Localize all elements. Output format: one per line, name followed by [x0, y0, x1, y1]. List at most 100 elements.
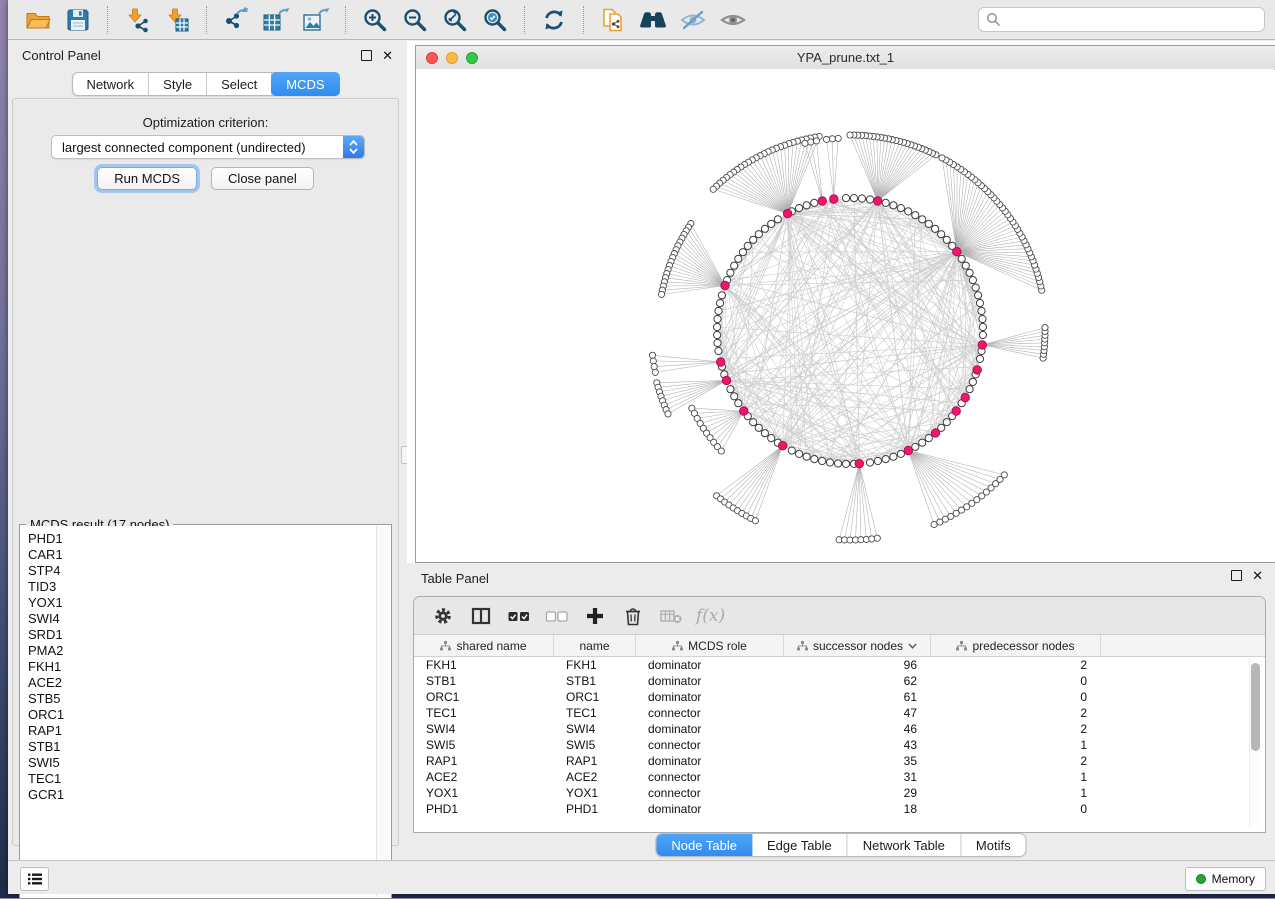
table-row[interactable]: TEC1TEC1connector472	[414, 705, 1265, 721]
zoom-fit-button[interactable]	[435, 3, 475, 37]
memory-button[interactable]: Memory	[1185, 867, 1266, 891]
list-item[interactable]: RAP1	[21, 723, 377, 739]
deselect-all-button[interactable]	[540, 601, 574, 631]
open-button[interactable]	[18, 3, 58, 37]
column-header-predecessor-nodes[interactable]: predecessor nodes	[931, 635, 1101, 656]
table-settings-button[interactable]	[426, 601, 460, 631]
show-columns-button[interactable]	[464, 601, 498, 631]
table-cell[interactable]: 1	[931, 737, 1101, 753]
table-cell[interactable]: 2	[931, 657, 1101, 673]
table-cell[interactable]: SWI5	[554, 737, 636, 753]
export-table-button[interactable]	[256, 3, 296, 37]
table-cell[interactable]: 46	[784, 721, 931, 737]
table-cell[interactable]: PHD1	[554, 801, 636, 817]
list-item[interactable]: STP4	[21, 563, 377, 579]
list-item[interactable]: ORC1	[21, 707, 377, 723]
table-cell[interactable]: ORC1	[554, 689, 636, 705]
select-all-button[interactable]	[502, 601, 536, 631]
table-row[interactable]: RAP1RAP1dominator352	[414, 753, 1265, 769]
zoom-out-button[interactable]	[395, 3, 435, 37]
table-cell[interactable]: 2	[931, 753, 1101, 769]
table-cell[interactable]: 29	[784, 785, 931, 801]
function-builder-button[interactable]: f(x)	[696, 606, 725, 626]
import-table-button[interactable]	[157, 3, 197, 37]
list-item[interactable]: SRD1	[21, 627, 377, 643]
table-cell[interactable]: STB1	[414, 673, 554, 689]
column-header-MCDS-role[interactable]: MCDS role	[636, 635, 784, 656]
apply-layout-button[interactable]	[534, 3, 574, 37]
table-cell[interactable]: FKH1	[554, 657, 636, 673]
list-item[interactable]: TID3	[21, 579, 377, 595]
table-cell[interactable]: 2	[931, 705, 1101, 721]
table-cell[interactable]: 0	[931, 689, 1101, 705]
zoom-in-button[interactable]	[355, 3, 395, 37]
table-cell[interactable]: dominator	[636, 673, 784, 689]
table-row[interactable]: PHD1PHD1dominator180	[414, 801, 1265, 817]
close-panel-button[interactable]: Close panel	[211, 167, 314, 190]
search-input[interactable]	[1006, 12, 1257, 28]
hide-selected-button[interactable]	[673, 3, 713, 37]
run-mcds-button[interactable]: Run MCDS	[97, 167, 197, 190]
table-row[interactable]: SWI5SWI5connector431	[414, 737, 1265, 753]
table-cell[interactable]: 47	[784, 705, 931, 721]
export-image-button[interactable]	[296, 3, 336, 37]
list-item[interactable]: STB1	[21, 739, 377, 755]
tab-select[interactable]: Select	[207, 73, 272, 95]
table-row[interactable]: STB1STB1dominator620	[414, 673, 1265, 689]
delete-column-button[interactable]	[616, 601, 650, 631]
table-cell[interactable]: PHD1	[414, 801, 554, 817]
table-cell[interactable]: connector	[636, 769, 784, 785]
network-window-titlebar[interactable]: YPA_prune.txt_1	[416, 46, 1275, 70]
tab-style[interactable]: Style	[149, 73, 207, 95]
mcds-list-scrollbar[interactable]	[376, 526, 390, 897]
table-cell[interactable]: 1	[931, 769, 1101, 785]
table-cell[interactable]: SWI4	[554, 721, 636, 737]
import-network-button[interactable]	[117, 3, 157, 37]
add-column-button[interactable]	[578, 601, 612, 631]
save-button[interactable]	[58, 3, 98, 37]
table-row[interactable]: FKH1FKH1dominator962	[414, 657, 1265, 673]
table-cell[interactable]: ACE2	[554, 769, 636, 785]
table-cell[interactable]: 62	[784, 673, 931, 689]
list-item[interactable]: PMA2	[21, 643, 377, 659]
zoom-traffic-light[interactable]	[466, 52, 478, 64]
table-row[interactable]: ACE2ACE2connector311	[414, 769, 1265, 785]
criterion-dropdown[interactable]: largest connected component (undirected)	[51, 135, 365, 159]
list-item[interactable]: FKH1	[21, 659, 377, 675]
list-item[interactable]: STB5	[21, 691, 377, 707]
list-item[interactable]: SWI5	[21, 755, 377, 771]
table-cell[interactable]: 43	[784, 737, 931, 753]
mcds-result-list[interactable]: PHD1CAR1STP4TID3YOX1SWI4SRD1PMA2FKH1ACE2…	[21, 526, 390, 897]
table-row[interactable]: ORC1ORC1dominator610	[414, 689, 1265, 705]
table-cell[interactable]: dominator	[636, 753, 784, 769]
table-cell[interactable]: TEC1	[554, 705, 636, 721]
table-cell[interactable]: 2	[931, 721, 1101, 737]
duplicate-network-button[interactable]	[593, 3, 633, 37]
table-row[interactable]: SWI4SWI4dominator462	[414, 721, 1265, 737]
list-item[interactable]: ACE2	[21, 675, 377, 691]
minimize-traffic-light[interactable]	[446, 52, 458, 64]
table-cell[interactable]: FKH1	[414, 657, 554, 673]
table-cell[interactable]: SWI5	[414, 737, 554, 753]
table-cell[interactable]: dominator	[636, 689, 784, 705]
list-item[interactable]: GCR1	[21, 787, 377, 803]
column-header-successor-nodes[interactable]: successor nodes	[784, 635, 931, 656]
table-cell[interactable]: YOX1	[554, 785, 636, 801]
table-cell[interactable]: 61	[784, 689, 931, 705]
tab-network-table[interactable]: Network Table	[848, 834, 961, 856]
delete-table-button[interactable]	[654, 601, 688, 631]
table-cell[interactable]: dominator	[636, 657, 784, 673]
list-item[interactable]: PHD1	[21, 531, 377, 547]
table-cell[interactable]: 35	[784, 753, 931, 769]
table-cell[interactable]: 0	[931, 673, 1101, 689]
tab-network[interactable]: Network	[72, 73, 149, 95]
table-cell[interactable]: SWI4	[414, 721, 554, 737]
table-scrollbar[interactable]	[1249, 659, 1262, 827]
table-cell[interactable]: RAP1	[554, 753, 636, 769]
close-traffic-light[interactable]	[426, 52, 438, 64]
find-button[interactable]	[633, 3, 673, 37]
table-cell[interactable]: dominator	[636, 801, 784, 817]
table-cell[interactable]: 0	[931, 801, 1101, 817]
network-canvas[interactable]	[416, 69, 1274, 562]
list-item[interactable]: TEC1	[21, 771, 377, 787]
